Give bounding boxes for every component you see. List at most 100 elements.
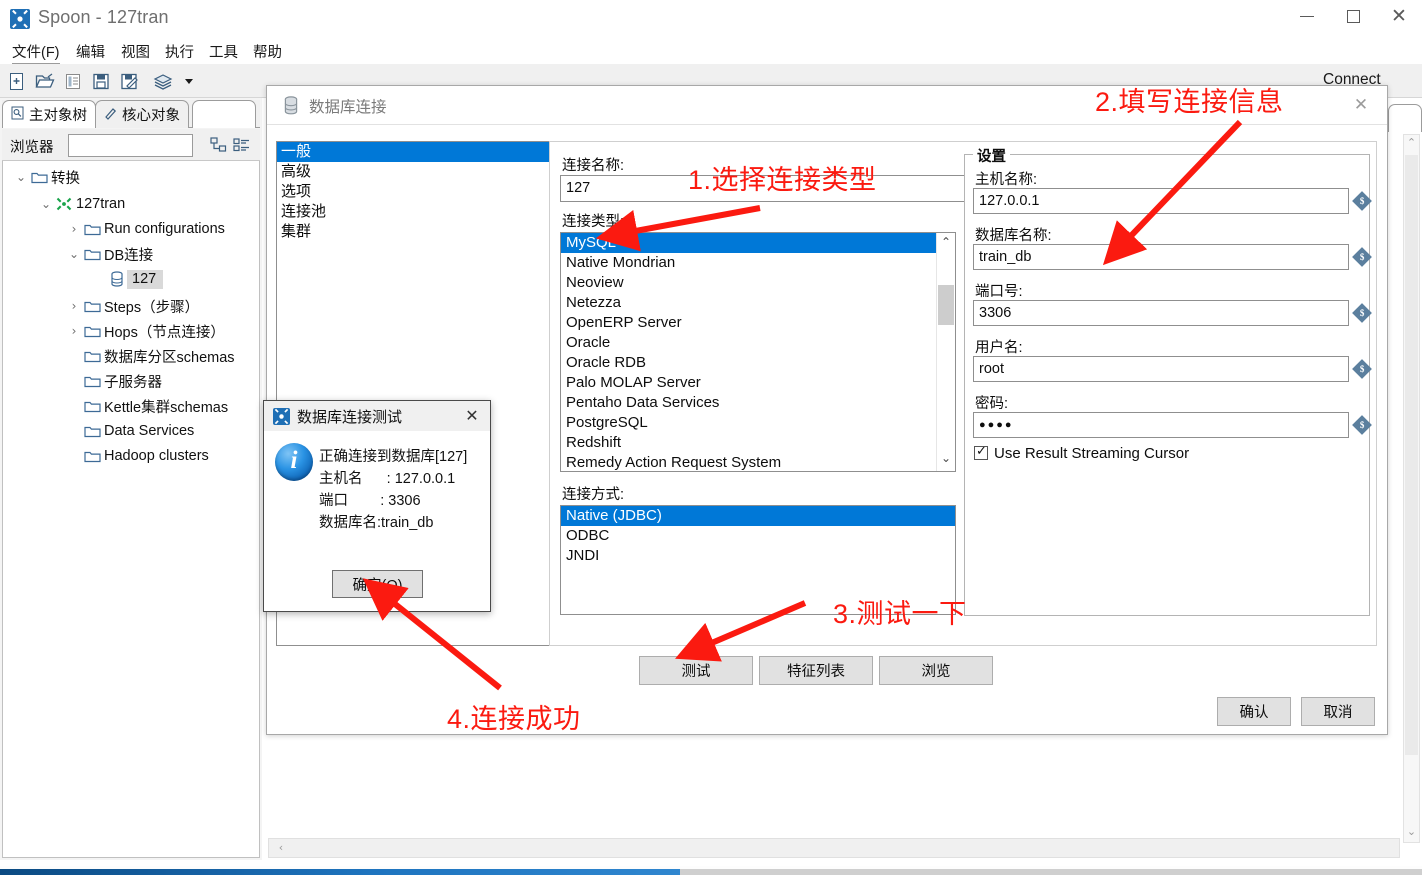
minimize-icon[interactable] [1284,0,1330,32]
tree-item-steps[interactable]: › Steps（步骤） [3,294,259,318]
tree-item-slave-servers[interactable]: 子服务器 [3,369,259,393]
conn-type-option[interactable]: Pentaho Data Services [561,393,955,413]
conn-type-option[interactable]: Remedy Action Request System [561,453,955,471]
explorer-icon[interactable] [62,70,84,92]
test-dialog-ok-button[interactable]: 确定(O) [332,570,423,598]
scroll-down-icon[interactable]: ⌄ [937,451,955,469]
cancel-button[interactable]: 取消 [1301,697,1375,726]
connection-type-list[interactable]: MySQL Native Mondrian Neoview Netezza Op… [560,232,956,472]
conn-type-option[interactable]: Redshift [561,433,955,453]
conn-type-option[interactable]: Oracle [561,333,955,353]
close-icon[interactable]: ✕ [460,404,484,426]
open-folder-icon[interactable] [34,70,56,92]
chevron-down-icon[interactable]: ⌄ [66,247,82,261]
password-input[interactable]: ●●●● [973,412,1349,438]
connection-name-label: 连接名称: [562,158,625,174]
tree-item-127tran[interactable]: ⌄ 127tran [3,192,259,216]
streaming-cursor-checkbox[interactable] [974,444,988,460]
save-icon[interactable] [90,70,112,92]
category-general[interactable]: 一般 [277,142,557,162]
variable-icon[interactable]: $ [1352,359,1372,379]
object-tree[interactable]: ⌄ 转换 ⌄ 127tran › Run configurations ⌄ DB… [2,161,260,858]
username-input[interactable]: root [973,356,1349,382]
scroll-up-icon[interactable]: ⌃ [1404,136,1419,152]
close-icon[interactable]: ✕ [1376,0,1422,32]
variable-icon[interactable]: $ [1352,303,1372,323]
chevron-down-icon[interactable]: ⌄ [38,197,54,211]
menubar: 文件(F) 编辑 视图 执行 工具 帮助 [0,38,1422,64]
conn-type-option[interactable]: PostgreSQL [561,413,955,433]
access-method-option[interactable]: Native (JDBC) [561,506,955,526]
layers-icon[interactable] [152,70,174,92]
scroll-up-icon[interactable]: ⌃ [937,235,955,253]
category-advanced[interactable]: 高级 [277,162,557,182]
conn-type-option[interactable]: OpenERP Server [561,313,955,333]
tree-item-partition-schemas[interactable]: 数据库分区schemas [3,344,259,368]
chevron-right-icon[interactable]: › [66,299,82,313]
folder-icon [82,222,102,236]
conn-type-option[interactable]: Oracle RDB [561,353,955,373]
conn-type-option[interactable]: Netezza [561,293,955,313]
collapse-tree-icon[interactable] [233,137,250,158]
variable-icon[interactable]: $ [1352,415,1372,435]
save-as-icon[interactable] [118,70,140,92]
menu-file[interactable]: 文件(F) [8,41,64,64]
maximize-icon[interactable] [1330,0,1376,32]
category-pooling[interactable]: 连接池 [277,202,557,222]
scroll-down-icon[interactable]: ⌄ [1404,825,1419,841]
scroll-left-icon[interactable]: ‹ [273,841,289,856]
menu-run[interactable]: 执行 [161,41,198,62]
explore-button[interactable]: 浏览 [879,656,993,685]
feature-list-button[interactable]: 特征列表 [759,656,873,685]
conn-type-option[interactable]: Neoview [561,273,955,293]
access-method-option[interactable]: JNDI [561,546,955,566]
chevron-right-icon[interactable]: › [66,324,82,338]
conn-type-option[interactable]: MySQL [561,233,937,253]
tree-item-run-configurations[interactable]: › Run configurations [3,217,259,241]
conn-type-option[interactable]: Palo MOLAP Server [561,373,955,393]
variable-icon[interactable]: $ [1352,247,1372,267]
conn-type-scrollbar[interactable]: ⌃ ⌄ [936,233,955,471]
database-name-input[interactable]: train_db [973,244,1349,270]
database-name-label: 数据库名称: [975,228,1052,244]
tab-main-object-tree[interactable]: 主对象树 [2,100,96,128]
canvas-horizontal-scrollbar[interactable]: ‹ [268,838,1400,858]
canvas-tab[interactable] [1388,104,1422,132]
window-titlebar: Spoon - 127tran ✕ [0,0,1422,38]
tree-item-127[interactable]: 127 [3,267,259,291]
tree-item-kettle-cluster-schemas[interactable]: Kettle集群schemas [3,394,259,418]
conn-type-option[interactable]: Native Mondrian [561,253,955,273]
chevron-right-icon[interactable]: › [66,222,82,236]
canvas-vertical-scrollbar[interactable]: ⌃ ⌄ [1403,134,1420,843]
port-input[interactable]: 3306 [973,300,1349,326]
menu-edit-label: 编辑 [76,45,105,61]
access-method-option[interactable]: ODBC [561,526,955,546]
chevron-down-icon[interactable]: ⌄ [13,170,29,184]
menu-edit[interactable]: 编辑 [72,41,109,62]
menu-help[interactable]: 帮助 [249,41,286,62]
close-icon[interactable]: ✕ [1347,93,1375,117]
ok-button[interactable]: 确认 [1217,697,1291,726]
transformation-icon [54,196,74,212]
vscroll-thumb[interactable] [1405,155,1418,755]
test-button[interactable]: 测试 [639,656,753,685]
annotation-step-4: 4.连接成功 [447,704,581,734]
tree-item-data-services[interactable]: Data Services [3,419,259,443]
tree-item-db-connections[interactable]: ⌄ DB连接 [3,242,259,266]
menu-tools[interactable]: 工具 [205,41,242,62]
expand-tree-icon[interactable] [210,137,227,158]
hostname-input[interactable]: 127.0.0.1 [973,188,1349,214]
tree-item-hadoop-clusters[interactable]: Hadoop clusters [3,444,259,468]
new-file-icon[interactable] [6,70,28,92]
search-input[interactable] [68,134,193,157]
category-clustering[interactable]: 集群 [277,222,557,242]
tab-core-objects[interactable]: 核心对象 [95,100,189,128]
dropdown-arrow-icon[interactable] [178,70,200,92]
tree-item-transformations[interactable]: ⌄ 转换 [3,165,259,189]
tree-item-hops[interactable]: › Hops（节点连接） [3,319,259,343]
category-options[interactable]: 选项 [277,182,557,202]
conn-type-scroll-thumb[interactable] [938,285,954,325]
variable-icon[interactable]: $ [1352,191,1372,211]
tree-item-label: 127 [127,269,164,289]
menu-view[interactable]: 视图 [117,41,154,62]
